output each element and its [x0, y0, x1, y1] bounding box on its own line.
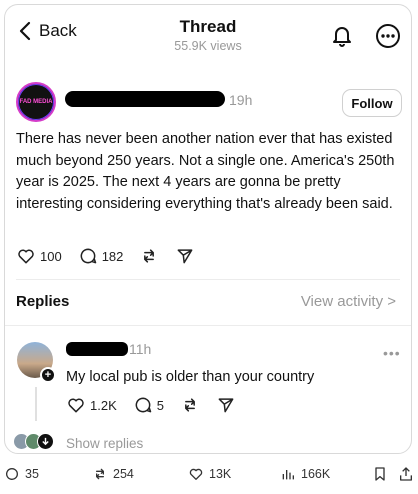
replies-heading: Replies	[16, 293, 70, 310]
bottom-views[interactable]: 166K	[280, 466, 330, 482]
send-icon	[218, 398, 234, 413]
post-actions: 100 182	[16, 246, 211, 266]
follow-plus-icon[interactable]: +	[40, 367, 56, 383]
post-time: 19h	[229, 92, 253, 108]
reply-text: My local pub is older than your country	[66, 369, 315, 385]
like-button[interactable]: 100	[16, 246, 62, 266]
view-activity-link[interactable]: View activity >	[301, 293, 396, 310]
bell-icon[interactable]	[330, 23, 354, 47]
reply-button[interactable]: 182	[78, 246, 124, 266]
bar-chart-icon	[282, 470, 294, 480]
follow-button[interactable]: Follow	[342, 89, 402, 117]
share-out-button[interactable]	[398, 466, 414, 482]
reply-actions: 1.2K 5	[66, 395, 252, 415]
reply-count: 182	[101, 248, 124, 264]
send-icon	[177, 249, 193, 264]
bottom-reply-button[interactable]: 35	[4, 466, 39, 482]
thread-card: Back Thread 55.9K views FAD MEDIA 19h Fo…	[4, 4, 412, 454]
bottom-like-count: 13K	[209, 467, 232, 481]
heart-icon	[189, 468, 203, 480]
show-replies-link[interactable]: Show replies	[66, 436, 143, 451]
like-count: 100	[40, 248, 62, 264]
repost-icon	[144, 249, 155, 263]
reply-repost-button[interactable]	[180, 395, 200, 415]
reply-reply-count: 5	[156, 397, 164, 413]
thread-line	[35, 387, 37, 421]
redacted-username	[65, 91, 225, 107]
upload-icon	[400, 467, 412, 481]
bottom-reply-count: 35	[25, 467, 39, 481]
engagement-bar: 35 254 13K 166K	[0, 462, 418, 488]
comment-icon	[80, 248, 96, 264]
divider	[16, 279, 400, 280]
reply-more-icon[interactable]: •••	[383, 345, 401, 361]
bookmark-button[interactable]	[372, 466, 388, 482]
bottom-like-button[interactable]: 13K	[188, 466, 231, 482]
comment-icon	[135, 397, 151, 413]
bottom-view-count: 166K	[301, 467, 331, 481]
reply-time: 11h	[129, 341, 152, 357]
reply-like-count: 1.2K	[90, 397, 117, 413]
arrow-down-icon	[42, 437, 49, 446]
post-text: There has never been another nation ever…	[16, 131, 395, 212]
share-button[interactable]	[175, 246, 195, 266]
bottom-repost-button[interactable]: 254	[92, 466, 134, 482]
more-options-icon[interactable]	[375, 23, 401, 49]
repost-button[interactable]	[139, 246, 159, 266]
avatar-logo-text: FAD MEDIA	[19, 98, 53, 105]
comment-icon	[6, 468, 19, 480]
reply-reply-button[interactable]: 5	[133, 395, 164, 415]
divider	[5, 325, 411, 326]
repost-icon	[96, 468, 104, 480]
bottom-repost-count: 254	[113, 467, 134, 481]
thread-header: Back Thread 55.9K views	[5, 5, 411, 67]
bookmark-icon	[375, 467, 385, 481]
reply-like-button[interactable]: 1.2K	[66, 395, 117, 415]
mini-avatar	[37, 433, 54, 450]
reply-avatars-stack	[13, 433, 54, 450]
reply-share-button[interactable]	[216, 395, 236, 415]
repost-icon	[185, 398, 195, 412]
author-avatar[interactable]: FAD MEDIA	[16, 82, 56, 122]
redacted-username	[66, 342, 128, 356]
heart-icon	[68, 398, 84, 413]
heart-icon	[18, 249, 34, 264]
